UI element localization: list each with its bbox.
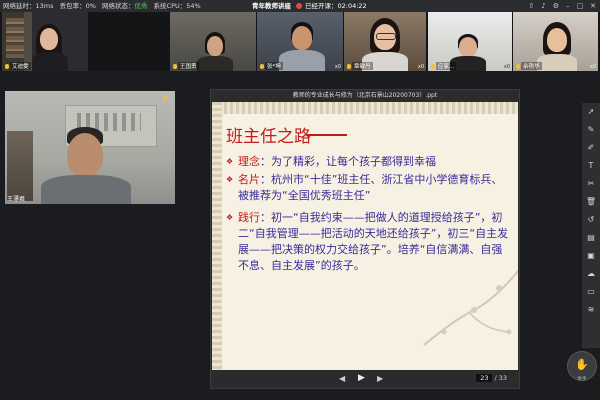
bell-icon[interactable]: ♪	[541, 0, 545, 12]
net-status-label: 网络状态：	[101, 2, 135, 10]
top-status-bar: 网络延时：13ms 丢包率：0% 网络状态：优秀 系统CPU：54% 青年教师讲…	[0, 0, 600, 12]
whiteboard-toolbar: ➚ ✎ ✐ T ✂ 🗑 ↺ ▤ ▣ ☁ ▭ ≋	[582, 103, 600, 348]
reward-badge: x0	[334, 64, 341, 70]
reward-badge: x0	[589, 64, 596, 70]
slide-heading: 班主任之路	[226, 127, 311, 147]
cloud-icon[interactable]: ☁	[582, 265, 600, 283]
class-title: 青年教师讲座	[252, 2, 291, 10]
video-tile[interactable]: 章敏丹 x0	[344, 12, 426, 71]
window-controls: ⇧ ♪ ⚙ – □ ✕	[528, 0, 596, 12]
participant-name: 艾迪雯	[10, 62, 31, 70]
network-stats: 网络延时：13ms 丢包率：0% 网络状态：优秀 系统CPU：54%	[3, 0, 205, 12]
reward-badge: x0	[417, 64, 424, 70]
cursor-icon[interactable]: ➚	[582, 103, 600, 121]
ppt-controls: ◀ ▶ ▶ 23 / 33	[211, 371, 519, 388]
undo-icon[interactable]: ↺	[582, 211, 600, 229]
slide-bullet: ❖ 名片：杭州市“十佳”班主任、浙江省中小学德育标兵、被推荐为“全国优秀班主任”	[226, 172, 511, 204]
page-indicator: 23 / 33	[476, 374, 507, 382]
participant-name: 余艳华	[521, 62, 542, 70]
current-page-input[interactable]: 23	[476, 374, 493, 382]
reward-badge: x0	[503, 64, 510, 70]
teacher-video[interactable]: ♛ 王漂君	[5, 91, 175, 204]
bullet-text: ：初一“自我约束——把做人的道理授给孩子”，初二“自我管理——把活动的天地还给孩…	[238, 211, 509, 272]
bullet-icon: ❖	[226, 213, 234, 222]
video-tile[interactable]: 应家... x0	[428, 12, 512, 71]
play-icon[interactable]: ▶	[358, 373, 365, 383]
hand-icon: ✋	[575, 358, 589, 371]
briefcase-icon[interactable]: ▭	[582, 283, 600, 301]
participant-name: 章敏丹	[352, 62, 373, 70]
upload-icon[interactable]: ⇧	[528, 0, 534, 12]
mic-icon	[5, 64, 9, 69]
maximize-icon[interactable]: □	[577, 0, 584, 12]
ppt-viewer: 教师的专业成长与修为（北京石景山20200703）.ppt 班主任之路 ❖ 理念：…	[210, 89, 520, 389]
participant-name: 张*坤	[265, 62, 283, 70]
prev-slide-icon[interactable]: ◀	[339, 374, 345, 383]
mic-icon	[431, 64, 435, 69]
highlighter-icon[interactable]: ✐	[582, 139, 600, 157]
raise-hand-button[interactable]: ✋ 举手	[567, 351, 597, 382]
bullet-keyword: 理念	[238, 155, 260, 168]
bullet-keyword: 名片	[238, 173, 260, 186]
layers-icon[interactable]: ≋	[582, 301, 600, 319]
trash-icon[interactable]: 🗑	[582, 193, 600, 211]
bullet-keyword: 践行	[238, 211, 260, 224]
close-icon[interactable]: ✕	[590, 0, 596, 12]
teacher-name: 王漂君	[7, 196, 26, 203]
bullet-icon: ❖	[226, 175, 234, 184]
crown-icon: ♛	[162, 94, 170, 103]
slide-canvas[interactable]: 班主任之路 ❖ 理念：为了精彩，让每个孩子都得到幸福 ❖ 名片：杭州市“十佳”班主任…	[212, 102, 518, 370]
latency-text: 网络延时：13ms	[3, 2, 54, 10]
image-icon[interactable]: ▣	[582, 247, 600, 265]
video-tile[interactable]: 余艳华 x0	[513, 12, 598, 71]
pen-icon[interactable]: ✎	[582, 121, 600, 139]
settings-icon[interactable]: ⚙	[553, 0, 559, 12]
video-tile[interactable]: 艾迪雯	[2, 12, 88, 71]
slide-bullet: ❖ 理念：为了精彩，让每个孩子都得到幸福	[226, 154, 511, 170]
heading-underline	[307, 134, 347, 136]
video-tile[interactable]: 张*坤 x0	[257, 12, 343, 71]
raise-hand-label: 举手	[577, 377, 587, 382]
total-pages: / 33	[494, 374, 507, 382]
class-timer: 已经开课：02:04:22	[305, 2, 367, 10]
chart-icon[interactable]: ▤	[582, 229, 600, 247]
next-slide-icon[interactable]: ▶	[377, 374, 383, 383]
text-icon[interactable]: T	[582, 157, 600, 175]
recording-indicator	[296, 3, 302, 9]
packet-loss-text: 丢包率：0%	[59, 2, 96, 10]
video-tile[interactable]: 王国勇	[170, 12, 256, 71]
net-status-value: 优秀	[134, 2, 148, 10]
minimize-icon[interactable]: –	[566, 0, 570, 12]
slide-bullet: ❖ 践行：初一“自我约束——把做人的道理授给孩子”，初二“自我管理——把活动的天地…	[226, 210, 511, 274]
participant-name: 应家...	[436, 62, 457, 70]
scissors-icon[interactable]: ✂	[582, 175, 600, 193]
participant-name: 王国勇	[178, 62, 199, 70]
participant-strip: 艾迪雯 王国勇 张*坤 x0 章敏丹 x0 应家... x0 余艳华 x0	[0, 12, 600, 71]
bullet-text: ：杭州市“十佳”班主任、浙江省中小学德育标兵、被推荐为“全国优秀班主任”	[238, 173, 503, 202]
mic-icon	[347, 64, 351, 69]
ppt-window-title: 教师的专业成长与修为（北京石景山20200703）.ppt	[292, 92, 438, 99]
cpu-text: 系统CPU：54%	[153, 2, 201, 10]
bullet-text: ：为了精彩，让每个孩子都得到幸福	[260, 155, 436, 168]
slide-body: ❖ 理念：为了精彩，让每个孩子都得到幸福 ❖ 名片：杭州市“十佳”班主任、浙江省中小…	[226, 154, 511, 274]
mic-icon	[516, 64, 520, 69]
mic-icon	[173, 64, 177, 69]
bullet-icon: ❖	[226, 157, 234, 166]
mic-icon	[260, 64, 264, 69]
